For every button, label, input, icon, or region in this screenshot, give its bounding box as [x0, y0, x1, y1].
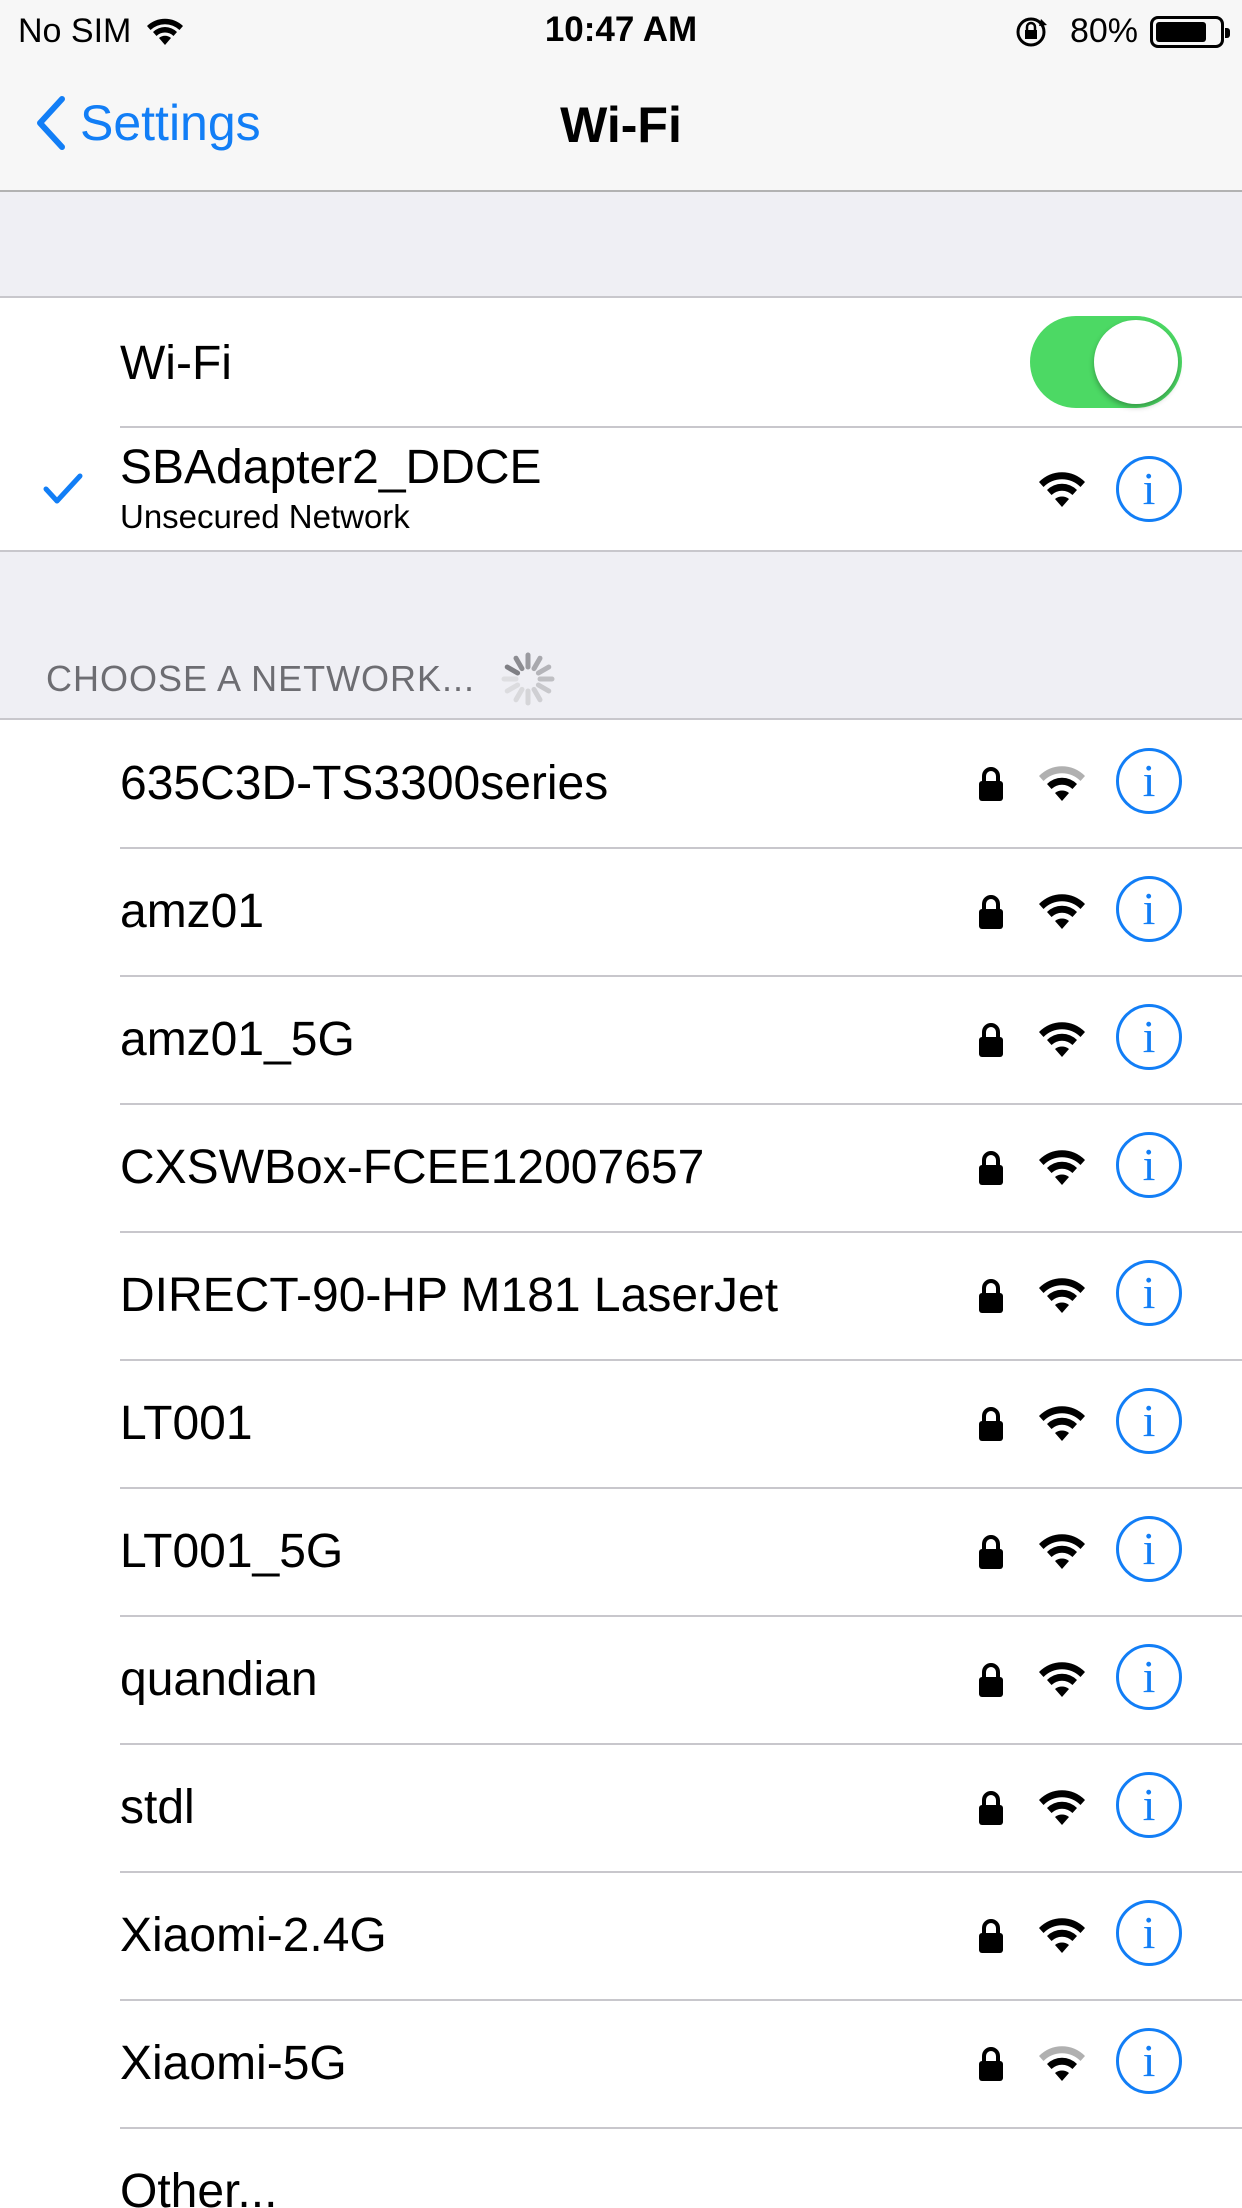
checkmark-icon: [43, 473, 83, 504]
network-info-button[interactable]: i: [1116, 1004, 1182, 1070]
wifi-signal-icon: [1039, 1406, 1085, 1441]
network-info-button[interactable]: i: [1116, 1388, 1182, 1454]
lock-icon: [979, 1663, 1003, 1697]
wifi-signal-icon: [1039, 1662, 1085, 1697]
lock-icon: [979, 1535, 1003, 1569]
lock-icon: [979, 2047, 1003, 2081]
wifi-toggle-switch[interactable]: [1030, 316, 1182, 408]
network-name: 635C3D-TS3300series: [120, 757, 609, 810]
network-info-button[interactable]: i: [1116, 1772, 1182, 1838]
battery-percent: 80%: [1069, 12, 1138, 50]
page-title: Wi-Fi: [560, 97, 682, 153]
network-name: amz01_5G: [120, 1013, 355, 1066]
wifi-signal-icon: [1039, 472, 1085, 507]
status-bar: No SIM 10:47 AM 80%: [0, 0, 1242, 60]
wifi-signal-icon: [1039, 766, 1085, 801]
wifi-signal-icon: [1039, 2046, 1085, 2081]
network-info-button[interactable]: i: [1116, 2028, 1182, 2094]
wifi-signal-icon: [1039, 1918, 1085, 1953]
lock-icon: [979, 1023, 1003, 1057]
wifi-signal-icon: [1039, 894, 1085, 929]
network-row[interactable]: LT001_5G i: [0, 1488, 1242, 1616]
network-name: CXSWBox-FCEE12007657: [120, 1141, 705, 1194]
network-name: amz01: [120, 885, 265, 938]
network-row[interactable]: Xiaomi-2.4G i: [0, 1872, 1242, 2000]
lock-icon: [979, 767, 1003, 801]
connected-network-subtitle: Unsecured Network: [120, 498, 410, 535]
lock-icon: [979, 1407, 1003, 1441]
connected-network-row[interactable]: SBAdapter2_DDCE Unsecured Network i: [0, 428, 1242, 552]
wifi-toggle-row: Wi-Fi: [0, 298, 1242, 426]
wifi-signal-icon: [1039, 1150, 1085, 1185]
battery-fill: [1156, 21, 1206, 42]
connected-network-info-button[interactable]: i: [1116, 456, 1182, 522]
lock-icon: [979, 1279, 1003, 1313]
network-row[interactable]: Xiaomi-5G i: [0, 2000, 1242, 2128]
network-row[interactable]: stdl i: [0, 1744, 1242, 1872]
connected-network-name: SBAdapter2_DDCE: [120, 441, 542, 494]
activity-spinner-icon: [501, 652, 555, 706]
navigation-bar: Settings Wi-Fi: [0, 60, 1242, 192]
network-row[interactable]: DIRECT-90-HP M181 LaserJet i: [0, 1232, 1242, 1360]
network-row[interactable]: amz01 i: [0, 848, 1242, 976]
network-name: quandian: [120, 1653, 318, 1706]
rotation-lock-icon: [1016, 17, 1047, 46]
wifi-toggle-label: Wi-Fi: [120, 337, 232, 390]
battery-icon: [1150, 15, 1230, 48]
status-right: 80%: [1014, 12, 1230, 51]
network-info-button[interactable]: i: [1116, 1644, 1182, 1710]
network-row[interactable]: amz01_5G i: [0, 976, 1242, 1104]
network-info-button[interactable]: i: [1116, 876, 1182, 942]
wifi-signal-icon: [1039, 1022, 1085, 1057]
network-row[interactable]: 635C3D-TS3300series i: [0, 720, 1242, 848]
section-header-label: CHOOSE A NETWORK...: [46, 658, 476, 699]
network-name: Xiaomi-5G: [120, 2037, 347, 2090]
network-list: 635C3D-TS3300series i amz01 i amz01_5G i CXSWB…: [0, 718, 1242, 2208]
wifi-signal-icon: [1039, 1790, 1085, 1825]
network-name: LT001_5G: [120, 1525, 344, 1578]
network-row[interactable]: CXSWBox-FCEE12007657 i: [0, 1104, 1242, 1232]
network-info-button[interactable]: i: [1116, 1260, 1182, 1326]
network-row[interactable]: LT001 i: [0, 1360, 1242, 1488]
network-info-button[interactable]: i: [1116, 1516, 1182, 1582]
wifi-group: Wi-Fi SBAdapter2_DDCE Unsecured Network …: [0, 296, 1242, 552]
other-network-row[interactable]: Other...: [0, 2128, 1242, 2208]
wifi-signal-icon: [1039, 1278, 1085, 1313]
other-network-label: Other...: [120, 2165, 278, 2208]
lock-icon: [979, 895, 1003, 929]
network-name: LT001: [120, 1397, 253, 1450]
section-header: CHOOSE A NETWORK...: [46, 650, 557, 708]
lock-icon: [979, 1151, 1003, 1185]
toggle-knob: [1094, 320, 1178, 404]
network-info-button[interactable]: i: [1116, 748, 1182, 814]
network-name: Xiaomi-2.4G: [120, 1909, 387, 1962]
network-info-button[interactable]: i: [1116, 1900, 1182, 1966]
lock-icon: [979, 1791, 1003, 1825]
network-info-button[interactable]: i: [1116, 1132, 1182, 1198]
wifi-signal-icon: [1039, 1534, 1085, 1569]
lock-icon: [979, 1919, 1003, 1953]
network-name: DIRECT-90-HP M181 LaserJet: [120, 1269, 779, 1322]
network-name: stdl: [120, 1781, 195, 1834]
network-row[interactable]: quandian i: [0, 1616, 1242, 1744]
